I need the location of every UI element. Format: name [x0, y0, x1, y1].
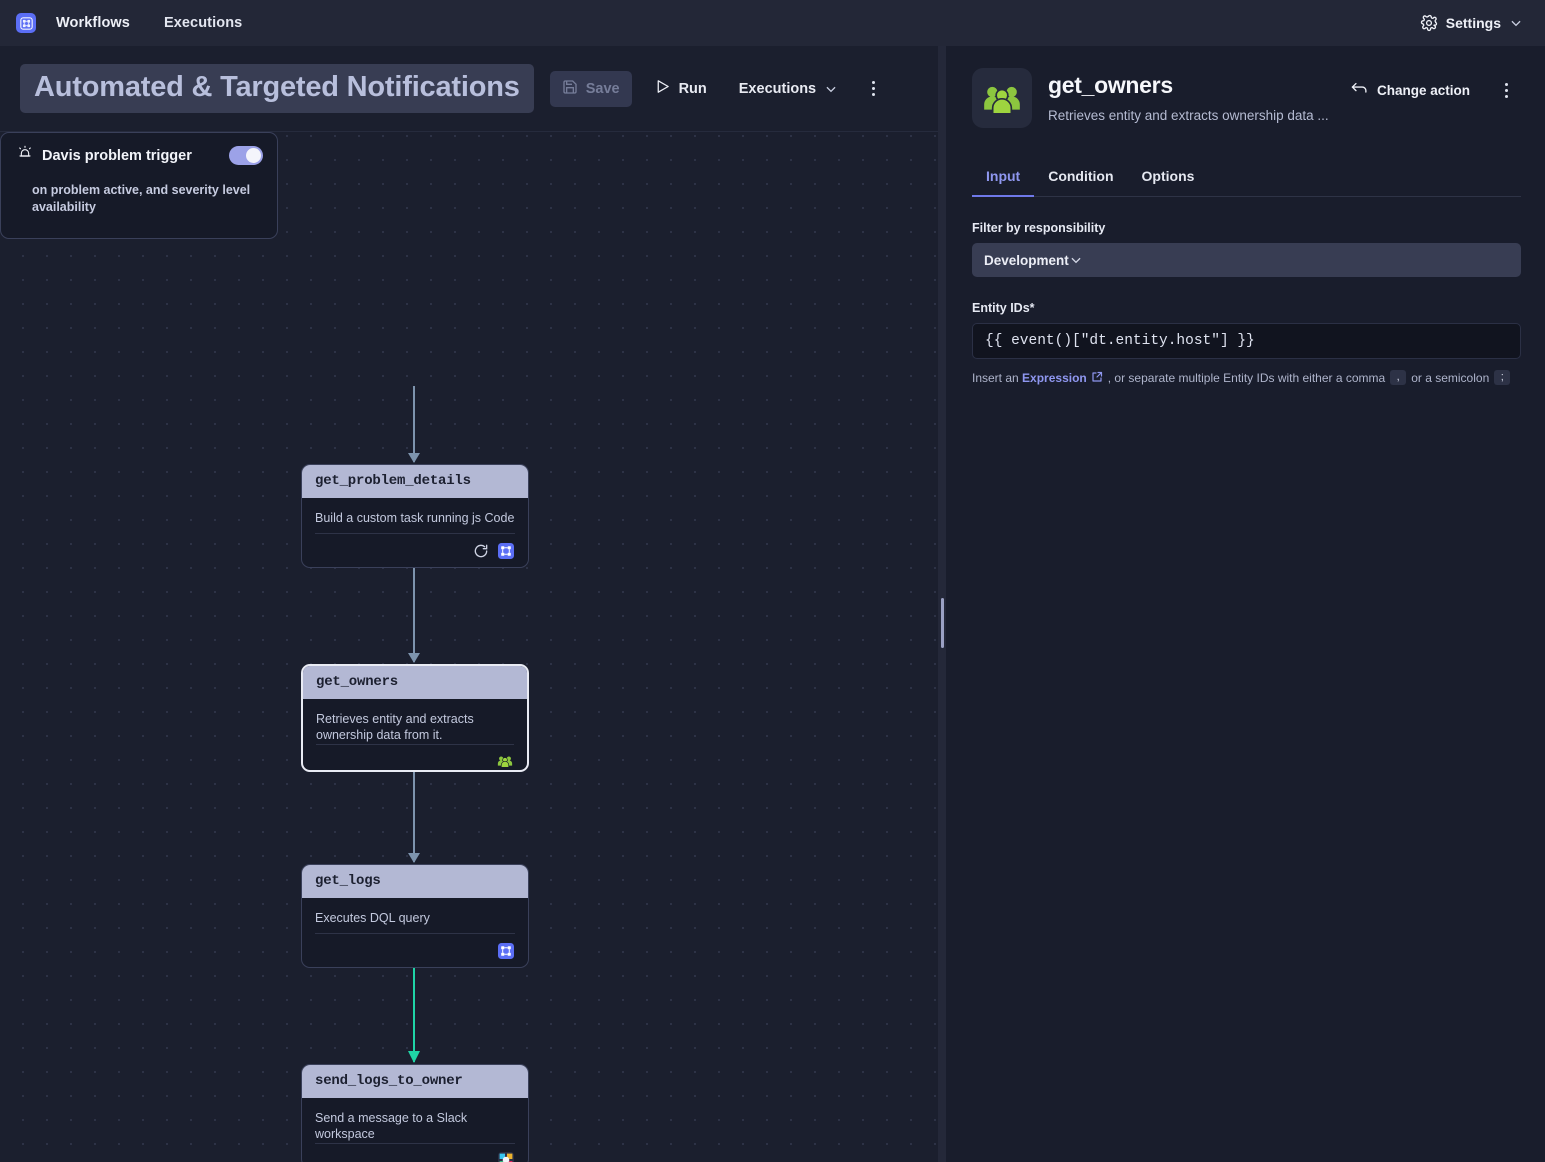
- executions-dropdown-button[interactable]: Executions: [727, 73, 850, 105]
- workflow-toolbar: Automated & Targeted Notifications Save …: [0, 46, 944, 132]
- panel-subtitle: Retrieves entity and extracts ownership …: [1048, 108, 1329, 123]
- field-label: Filter by responsibility: [972, 221, 1106, 235]
- save-button-label: Save: [585, 80, 620, 97]
- top-nav-left: Workflows Executions: [16, 9, 252, 37]
- panel-tabs: Input Condition Options: [972, 158, 1521, 197]
- action-details-panel: get_owners Retrieves entity and extracts…: [946, 46, 1545, 1162]
- people-group-icon[interactable]: [497, 753, 513, 769]
- connector-trigger-to-get_problem_details: [408, 386, 420, 463]
- slack-icon[interactable]: [498, 1152, 514, 1162]
- dql-app-icon[interactable]: [498, 942, 514, 959]
- run-button-label: Run: [678, 80, 707, 97]
- expression-link[interactable]: Expression: [1022, 371, 1087, 385]
- settings-label: Settings: [1445, 15, 1501, 31]
- entity-ids-input[interactable]: {{ event()["dt.entity.host"] }}: [972, 323, 1521, 359]
- field-label: Entity IDs*: [972, 301, 1035, 315]
- back-arrow-icon: [1351, 81, 1368, 99]
- alarm-bell-icon: [17, 145, 33, 166]
- settings-menu[interactable]: Settings: [1420, 14, 1529, 32]
- page-title: get_owners: [1048, 72, 1173, 98]
- node-body: Build a custom task running js Code: [302, 498, 528, 567]
- entity-ids-hint: Insert an Expression , or separate multi…: [972, 370, 1521, 385]
- field-filter-by-responsibility: Filter by responsibility Development: [972, 221, 1521, 277]
- hint-prefix: Insert an: [972, 370, 1019, 385]
- node-description: Executes DQL query: [315, 911, 430, 925]
- panel-resize-handle[interactable]: [938, 46, 946, 1162]
- loop-refresh-icon[interactable]: [473, 543, 489, 559]
- external-link-icon[interactable]: [1087, 371, 1108, 385]
- panel-title-block: get_owners Retrieves entity and extracts…: [1048, 68, 1342, 123]
- executions-button-label: Executions: [738, 80, 817, 97]
- node-get_problem_details[interactable]: get_problem_details Build a custom task …: [301, 464, 529, 568]
- node-davis-problem-trigger[interactable]: Davis problem trigger on problem active,…: [0, 132, 278, 239]
- trigger-header: Davis problem trigger: [1, 133, 277, 176]
- gear-icon: [1420, 14, 1438, 32]
- connector-get_owners-to-get_logs: [408, 772, 420, 863]
- kebab-menu-icon: [871, 81, 875, 84]
- kebab-menu-icon: [1504, 82, 1508, 86]
- tab-options[interactable]: Options: [1128, 159, 1209, 197]
- kbd-semicolon: ;: [1494, 370, 1511, 385]
- chevron-down-icon: [824, 82, 838, 96]
- play-icon: [654, 78, 671, 99]
- js-code-app-icon[interactable]: [498, 542, 514, 559]
- flow-graph: Davis problem trigger on problem active,…: [0, 132, 944, 1162]
- workflow-canvas[interactable]: Automated & Targeted Notifications Save …: [0, 46, 944, 1162]
- save-button[interactable]: Save: [549, 70, 632, 107]
- node-description: Retrieves entity and extracts ownership …: [316, 712, 474, 743]
- top-navigation-bar: Workflows Executions Settings: [0, 0, 1545, 46]
- node-description: Send a message to a Slack workspace: [315, 1111, 468, 1142]
- workflows-logo-icon: [16, 13, 36, 33]
- node-get_owners[interactable]: get_owners Retrieves entity and extracts…: [301, 664, 529, 772]
- node-body: Retrieves entity and extracts ownership …: [303, 699, 527, 771]
- responsibility-select[interactable]: Development: [972, 243, 1521, 277]
- node-title: get_owners: [303, 666, 527, 699]
- workflow-more-menu-button[interactable]: [858, 74, 888, 104]
- node-body: Executes DQL query: [302, 898, 528, 967]
- chevron-down-icon: [1509, 16, 1523, 30]
- tab-input[interactable]: Input: [972, 159, 1035, 197]
- node-footer: [315, 533, 515, 567]
- node-get_logs[interactable]: get_logs Executes DQL query: [301, 864, 529, 968]
- node-send_logs_to_owner[interactable]: send_logs_to_owner Send a message to a S…: [301, 1064, 529, 1162]
- node-title: send_logs_to_owner: [302, 1065, 528, 1098]
- trigger-enabled-toggle[interactable]: [229, 146, 263, 165]
- field-entity-ids: Entity IDs* {{ event()["dt.entity.host"]…: [972, 301, 1521, 385]
- node-footer: [316, 743, 514, 771]
- change-action-button[interactable]: Change action: [1342, 74, 1479, 106]
- responsibility-selected-value: Development: [984, 252, 1069, 268]
- trigger-description: on problem active, and severity level av…: [32, 183, 251, 214]
- panel-actions: Change action: [1342, 68, 1521, 106]
- nav-workflows[interactable]: Workflows: [46, 9, 140, 37]
- resize-grip-icon: [941, 598, 944, 648]
- hint-between: or a semicolon: [1411, 370, 1490, 385]
- nav-executions[interactable]: Executions: [154, 9, 252, 37]
- run-button[interactable]: Run: [642, 70, 719, 107]
- node-description: Build a custom task running js Code: [315, 511, 515, 525]
- node-title: get_logs: [302, 865, 528, 898]
- save-disk-icon: [562, 79, 578, 99]
- panel-header: get_owners Retrieves entity and extracts…: [972, 68, 1521, 128]
- panel-more-menu-button[interactable]: [1491, 75, 1521, 105]
- change-action-label: Change action: [1376, 82, 1470, 98]
- node-footer: [315, 1142, 515, 1162]
- hint-middle: , or separate multiple Entity IDs with e…: [1107, 370, 1386, 385]
- connector-get_logs-to-send_logs_to_owner: [408, 968, 420, 1063]
- node-footer: [315, 933, 515, 967]
- trigger-title: Davis problem trigger: [42, 147, 192, 164]
- node-body: Send a message to a Slack workspace: [302, 1098, 528, 1162]
- people-group-icon: [972, 68, 1032, 128]
- chevron-down-icon: [1069, 253, 1083, 267]
- workflow-title-input[interactable]: Automated & Targeted Notifications: [20, 64, 534, 113]
- tab-condition[interactable]: Condition: [1034, 159, 1127, 197]
- kbd-comma: ,: [1390, 370, 1407, 385]
- node-title: get_problem_details: [302, 465, 528, 498]
- connector-get_problem_details-to-get_owners: [408, 568, 420, 663]
